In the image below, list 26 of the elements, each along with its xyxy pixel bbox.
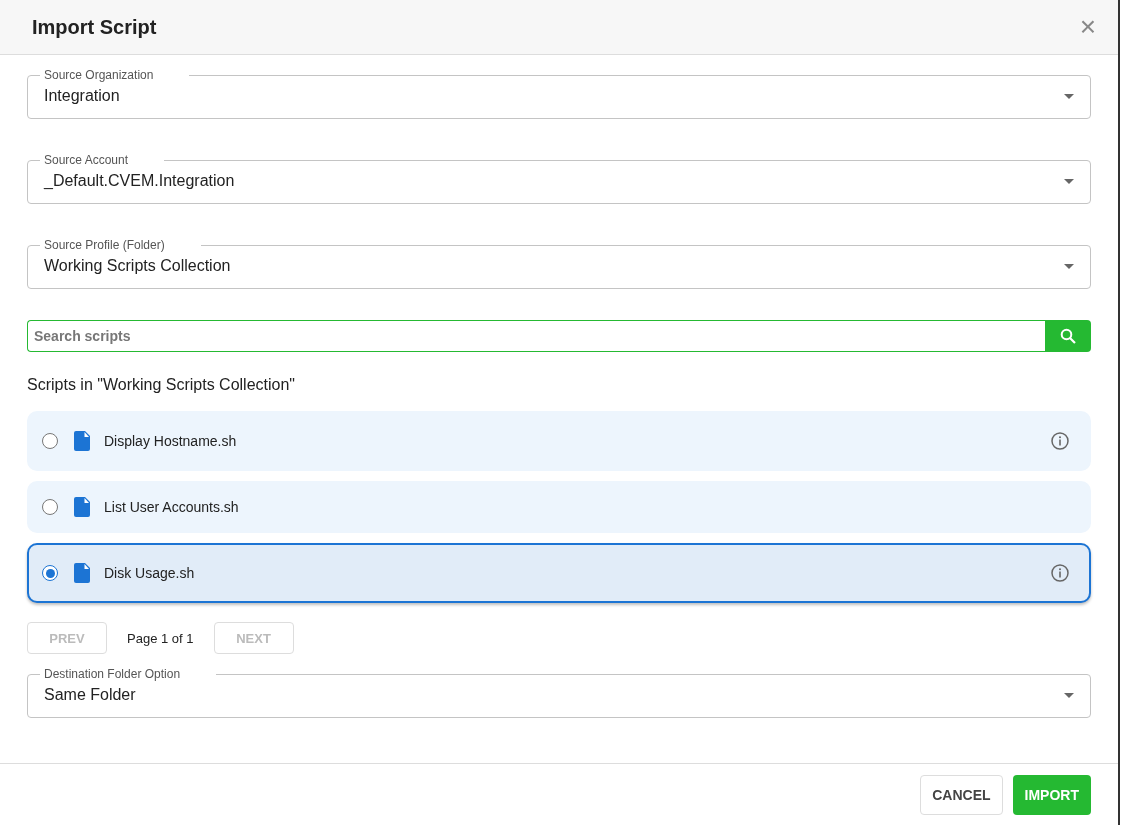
search-field[interactable]: Search scripts	[27, 320, 1045, 352]
caret-icon	[1064, 93, 1074, 99]
file-icon	[74, 431, 90, 451]
select-field[interactable]: Destination Folder Option Same Folder	[27, 667, 1091, 718]
cancel-button[interactable]: CANCEL	[920, 775, 1003, 815]
script-name: Display Hostname.sh	[104, 433, 238, 449]
radio-button[interactable]	[42, 433, 58, 449]
search-button[interactable]	[1045, 320, 1091, 352]
info-icon[interactable]	[1051, 432, 1069, 450]
file-icon	[74, 563, 90, 583]
dialog-title: Import Script	[32, 15, 157, 39]
script-name: Disk Usage.sh	[104, 565, 196, 581]
radio-button[interactable]	[42, 499, 58, 515]
page-indicator: Page 1 of 1	[127, 630, 194, 646]
select-field[interactable]: Source Organization Integration	[27, 68, 1091, 119]
search-icon	[1060, 328, 1076, 344]
list-heading: Scripts in "Working Scripts Collection"	[27, 376, 297, 394]
caret-icon	[1064, 263, 1074, 269]
caret-icon	[1064, 178, 1074, 184]
script-name: List User Accounts.sh	[104, 499, 240, 515]
file-icon	[74, 497, 90, 517]
caret-icon	[1064, 692, 1074, 698]
radio-button[interactable]	[42, 565, 58, 581]
select-field[interactable]: Source Account _Default.CVEM.Integration	[27, 153, 1091, 204]
select-field[interactable]: Source Profile (Folder) Working Scripts Collection	[27, 238, 1091, 289]
info-icon[interactable]	[1051, 564, 1069, 582]
